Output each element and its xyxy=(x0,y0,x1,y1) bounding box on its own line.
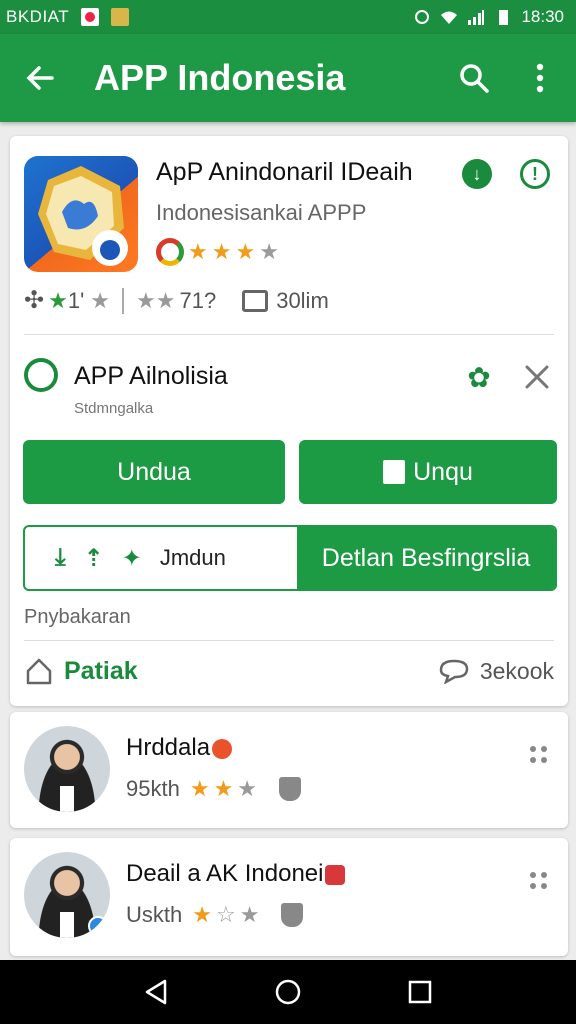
clock-label: 18:30 xyxy=(521,7,564,26)
signal-icon xyxy=(468,10,485,25)
badge-icon xyxy=(212,738,233,759)
search-button[interactable] xyxy=(454,58,494,98)
shield-icon xyxy=(279,777,302,801)
bookmark-icon xyxy=(383,460,406,484)
segment-right[interactable]: Detlan Besfingrslia xyxy=(297,527,555,589)
share-link[interactable]: Patiak xyxy=(64,657,138,686)
developer-name[interactable]: Indonesisankai APPP xyxy=(156,200,366,226)
notification-icon xyxy=(81,8,100,26)
badge-icon xyxy=(325,864,346,885)
comment-label: 3ekook xyxy=(479,657,554,684)
review-meta-text: Uskth xyxy=(126,902,183,927)
reviews-count: 71? xyxy=(179,287,217,313)
nav-recents-button[interactable] xyxy=(405,977,435,1007)
reviewer-name: Hrddala xyxy=(126,734,233,762)
info-icon[interactable]: ! xyxy=(520,159,550,189)
review-meta: 95kth ★ ★ ★ xyxy=(126,776,302,802)
open-button-label: Unqu xyxy=(413,457,473,486)
verified-icon xyxy=(88,916,108,936)
star-icon: ★ xyxy=(211,239,232,264)
divider xyxy=(24,334,554,335)
spark-icon: ✦ xyxy=(121,544,142,572)
rating-count: 1' xyxy=(67,287,85,313)
home-icon xyxy=(26,658,52,685)
review-meta: Uskth ★ ☆ ★ xyxy=(126,902,304,928)
carrier-label: BKDIAT xyxy=(6,7,70,26)
avatar xyxy=(24,726,110,812)
settings-icon[interactable]: ✿ xyxy=(462,360,496,394)
comment-button[interactable]: 3ekook xyxy=(438,658,554,685)
star-icon: ★ xyxy=(192,902,212,927)
avatar xyxy=(24,852,110,938)
promo-subtitle: Stdmngalka xyxy=(74,400,154,417)
status-bar: BKDIAT 18:30 xyxy=(0,0,576,34)
alarm-icon xyxy=(415,10,430,24)
star-icon: ★ xyxy=(239,902,260,927)
section-label: Pnybakaran xyxy=(24,606,131,628)
star-icon: ☆ xyxy=(215,902,236,927)
action-row: Patiak 3ekook xyxy=(24,656,554,686)
star-icon: ★ xyxy=(259,239,279,264)
google-logo-icon xyxy=(156,238,184,266)
arrow-left-icon xyxy=(26,66,54,90)
star-icon: ★ xyxy=(237,776,258,801)
star-icon: ★ xyxy=(189,776,210,801)
wifi-icon xyxy=(441,11,458,24)
app-detail-card: ApP Anindonaril IDeaih ↓ ! Indonesisanka… xyxy=(10,136,568,706)
stats-row: ✣ ★ 1' ★ ★ ★ 71? 30lim xyxy=(24,286,329,315)
download-icon: ⤓ xyxy=(55,544,66,571)
close-icon xyxy=(525,365,549,389)
star-icon: ★ xyxy=(155,287,176,313)
download-button[interactable]: Undua xyxy=(23,440,285,504)
app-logo-icon[interactable] xyxy=(24,156,138,272)
nav-home-button[interactable] xyxy=(273,977,303,1007)
star-icon: ★ xyxy=(136,287,156,313)
square-recents-icon xyxy=(408,980,432,1004)
shield-icon xyxy=(281,903,304,927)
drag-handle-icon[interactable] xyxy=(530,872,548,890)
open-button[interactable]: Unqu xyxy=(299,440,557,504)
star-icon: ★ xyxy=(90,287,111,313)
star-icon: ★ xyxy=(188,239,208,264)
battery-icon xyxy=(499,10,509,25)
drag-handle-icon[interactable] xyxy=(530,746,548,764)
puzzle-icon: ✣ xyxy=(24,287,45,314)
promo-title: APP Ailnolisia xyxy=(74,362,228,390)
nav-back-button[interactable] xyxy=(141,977,171,1007)
divider xyxy=(24,640,554,641)
upload-icon: ⇡ xyxy=(83,544,104,572)
star-icon: ★ xyxy=(213,776,234,801)
close-button[interactable] xyxy=(520,360,554,394)
chat-bubble-icon xyxy=(24,358,58,392)
segment-toggle: ⤓ ⇡ ✦ Jmdun Detlan Besfingrslia xyxy=(23,525,557,591)
star-icon: ★ xyxy=(235,239,256,264)
overflow-menu-button[interactable] xyxy=(520,58,560,98)
comments-count: 30lim xyxy=(276,287,329,313)
star-icon: ★ xyxy=(48,287,68,313)
circle-home-icon xyxy=(275,979,301,1005)
verified-badge-icon: ↓ xyxy=(462,159,492,189)
search-icon xyxy=(460,64,489,93)
segment-left-label: Jmdun xyxy=(159,545,226,570)
app-bar: APP Indonesia xyxy=(0,34,576,122)
review-meta-text: 95kth xyxy=(126,776,180,801)
review-card[interactable]: Hrddala 95kth ★ ★ ★ xyxy=(10,712,568,828)
app-rating: ★ ★ ★ ★ xyxy=(156,238,279,266)
app-name: ApP Anindonaril IDeaih xyxy=(156,158,413,186)
page-title: APP Indonesia xyxy=(94,57,346,98)
triangle-back-icon xyxy=(145,979,167,1005)
divider xyxy=(122,287,125,314)
back-button[interactable] xyxy=(20,58,60,98)
segment-left[interactable]: ⤓ ⇡ ✦ Jmdun xyxy=(25,527,297,589)
chat-icon xyxy=(242,289,269,312)
comment-icon xyxy=(439,659,469,684)
system-nav-bar xyxy=(0,960,576,1024)
reviewer-name: Deail a AK Indonei xyxy=(126,860,346,888)
review-card[interactable]: Deail a AK Indonei Uskth ★ ☆ ★ xyxy=(10,838,568,956)
more-vert-icon xyxy=(536,63,544,93)
notification-icon xyxy=(111,8,130,26)
